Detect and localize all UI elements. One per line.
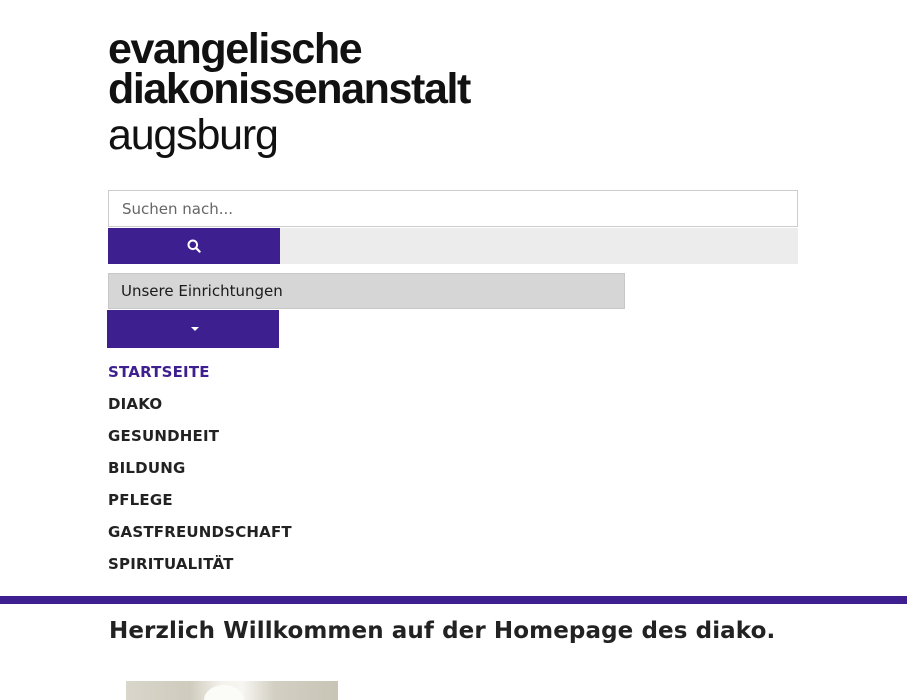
welcome-image [126, 681, 338, 700]
search-button[interactable] [108, 228, 280, 264]
nav-item-spiritualitaet[interactable]: SPIRITUALITÄT [108, 552, 292, 584]
nav-item-pflege[interactable]: PFLEGE [108, 488, 292, 520]
welcome-heading: Herzlich Willkommen auf der Homepage des… [109, 618, 776, 644]
header-divider [0, 596, 907, 604]
search-input[interactable] [108, 190, 798, 227]
logo-line-2: diakonissenanstalt [108, 65, 471, 113]
einrichtungen-dropdown-toggle[interactable] [107, 310, 279, 348]
main-navigation: STARTSEITE DIAKO GESUNDHEIT BILDUNG PFLE… [108, 360, 292, 584]
search-button-row [108, 228, 798, 264]
einrichtungen-select[interactable]: Unsere Einrichtungen [108, 273, 625, 309]
nav-item-startseite[interactable]: STARTSEITE [108, 360, 292, 392]
logo-line-1: evangelische [108, 25, 363, 73]
page: evangelische diakonissenanstalt augsburg… [0, 0, 907, 700]
nav-item-diako[interactable]: DIAKO [108, 392, 292, 424]
caret-down-icon [191, 327, 199, 331]
nav-item-bildung[interactable]: BILDUNG [108, 456, 292, 488]
search-icon [187, 239, 201, 253]
nav-item-gastfreundschaft[interactable]: GASTFREUNDSCHAFT [108, 520, 292, 552]
nav-item-gesundheit[interactable]: GESUNDHEIT [108, 424, 292, 456]
site-logo[interactable]: evangelische diakonissenanstalt augsburg [108, 25, 471, 159]
logo-line-3: augsburg [108, 111, 279, 159]
